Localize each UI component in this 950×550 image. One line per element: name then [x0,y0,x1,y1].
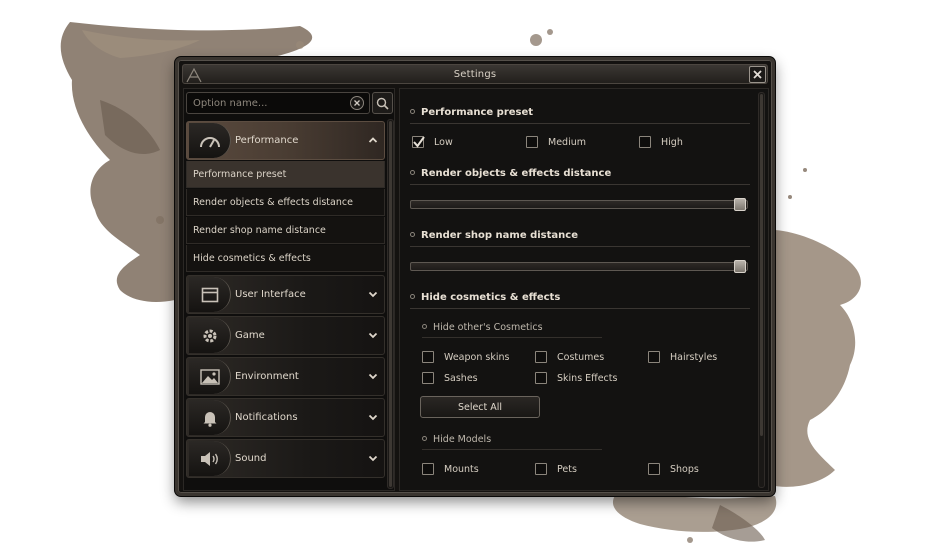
section-performance-preset: Performance preset [410,107,533,118]
category-notifications[interactable]: Notifications [186,398,385,437]
bullet-icon [410,170,415,175]
checkbox-preset-low[interactable]: Low [412,136,453,148]
shop-distance-slider[interactable] [410,259,748,273]
search-box [186,92,370,114]
window-icon [201,287,218,302]
chevron-up-icon [368,137,378,143]
checkbox-preset-high[interactable]: High [639,136,683,148]
category-label: Performance [235,135,299,146]
gear-icon [203,329,216,342]
category-scrollbar[interactable] [387,119,394,489]
category-performance[interactable]: Performance [186,121,385,160]
bullet-icon [410,109,415,114]
bullet-icon [422,324,427,329]
category-pane: Performance Performance preset Render ob… [183,88,395,491]
category-label: Notifications [235,412,298,423]
checkbox-pets[interactable]: Pets [535,463,577,475]
checkbox-costumes[interactable]: Costumes [535,351,604,363]
slider-knob[interactable] [734,260,746,273]
slider-track [410,262,748,271]
close-icon [753,70,762,79]
settings-pane: Performance preset Low Medium High Rende… [399,88,769,491]
category-label: Environment [235,371,299,382]
category-label: Sound [235,453,267,464]
sub-item-render-objects-distance[interactable]: Render objects & effects distance [186,189,385,216]
section-hide-cosmetics: Hide cosmetics & effects [410,292,560,303]
category-environment[interactable]: Environment [186,357,385,396]
checkbox-sashes[interactable]: Sashes [422,372,478,384]
select-all-button[interactable]: Select All [420,396,540,418]
category-label: Game [235,330,265,341]
category-sound[interactable]: Sound [186,439,385,478]
window-title: Settings [453,68,497,80]
slider-track [410,200,748,209]
bullet-icon [410,294,415,299]
checkbox-weapon-skins[interactable]: Weapon skins [422,351,509,363]
divider [410,184,750,185]
sub-item-render-shop-name-distance[interactable]: Render shop name distance [186,217,385,244]
bell-icon [203,411,216,427]
clear-search-button[interactable] [350,96,364,110]
category-game[interactable]: Game [186,316,385,355]
divider [410,308,750,309]
sub-item-performance-preset[interactable]: Performance preset [186,161,385,188]
divider [410,246,750,247]
checkbox-preset-medium[interactable]: Medium [526,136,586,148]
category-user-interface[interactable]: User Interface [186,275,385,314]
settings-scrollbar[interactable] [758,92,765,488]
settings-window: Settings Option name... Performance Perf… [175,57,775,496]
chevron-down-icon [368,291,378,298]
landscape-icon [199,368,220,385]
divider [410,123,750,124]
chevron-down-icon [368,373,378,380]
category-scrollbar-thumb[interactable] [389,121,392,487]
slider-knob[interactable] [734,198,746,211]
section-render-shop-name-distance: Render shop name distance [410,230,578,241]
render-distance-slider[interactable] [410,197,748,211]
chevron-down-icon [368,332,378,339]
search-button[interactable] [372,92,393,114]
sub-item-hide-cosmetics[interactable]: Hide cosmetics & effects [186,245,385,272]
gauge-icon [199,136,220,147]
subsection-hide-others-cosmetics: Hide other's Cosmetics [422,322,543,333]
category-label: User Interface [235,289,306,300]
bullet-icon [422,436,427,441]
subsection-hide-models: Hide Models [422,434,491,445]
search-icon [376,97,389,110]
section-render-objects-distance: Render objects & effects distance [410,168,611,179]
search-input[interactable] [193,95,343,111]
speaker-icon [200,451,218,466]
checkbox-hairstyles[interactable]: Hairstyles [648,351,717,363]
title-bar[interactable]: Settings [182,64,768,84]
chevron-down-icon [368,455,378,462]
chevron-down-icon [368,414,378,421]
divider [422,337,602,338]
divider [422,449,602,450]
bullet-icon [410,232,415,237]
checkbox-mounts[interactable]: Mounts [422,463,479,475]
checkmark-icon [413,136,425,148]
clear-icon [354,100,360,106]
checkbox-shops[interactable]: Shops [648,463,699,475]
ornament-icon [186,67,202,83]
settings-scrollbar-thumb[interactable] [760,94,763,436]
checkbox-skins-effects[interactable]: Skins Effects [535,372,617,384]
close-button[interactable] [749,66,766,83]
